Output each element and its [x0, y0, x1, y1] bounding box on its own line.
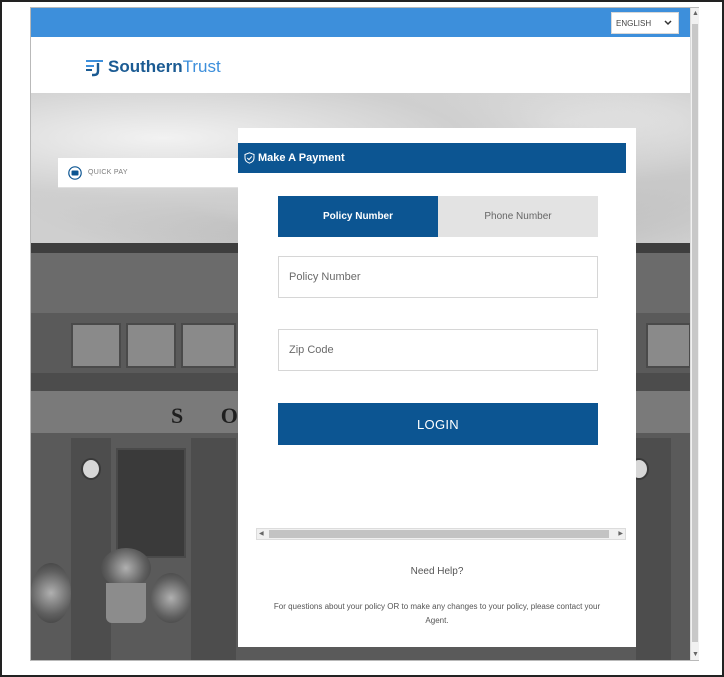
brand-name: SouthernTrust: [108, 57, 221, 77]
brand-logo[interactable]: SouthernTrust: [85, 55, 221, 79]
wall-lamp: [81, 458, 101, 480]
horizontal-scrollbar[interactable]: ◀ ▶: [256, 528, 626, 540]
header: SouthernTrust: [31, 37, 691, 93]
policy-number-input[interactable]: [278, 256, 598, 298]
zip-code-input[interactable]: [278, 329, 598, 371]
panel-header: Make A Payment: [238, 143, 626, 173]
arrow-left-icon[interactable]: ◀: [259, 530, 264, 537]
shrub: [151, 573, 191, 623]
panel-title: Make A Payment: [258, 152, 345, 164]
card-icon: [68, 165, 82, 180]
building-window: [646, 323, 691, 368]
building-window: [71, 323, 121, 368]
planter-pot: [106, 583, 146, 623]
horizontal-scrollbar-thumb[interactable]: [269, 530, 609, 538]
login-button[interactable]: LOGIN: [278, 403, 598, 445]
logo-mark-icon: [86, 60, 103, 77]
browser-viewport: ENGLISH SouthernTrust S O QUICK PAY Make…: [30, 7, 699, 661]
arrow-right-icon[interactable]: ▶: [618, 530, 623, 537]
shield-check-icon: [244, 152, 255, 164]
vertical-scrollbar[interactable]: ▲ ▼: [690, 8, 699, 660]
arrow-down-icon[interactable]: ▼: [692, 651, 699, 658]
quick-pay-label: QUICK PAY: [88, 169, 128, 176]
lookup-tabs: Policy Number Phone Number: [278, 196, 598, 237]
app-frame: ENGLISH SouthernTrust S O QUICK PAY Make…: [0, 0, 724, 677]
brand-name-bold: Southern: [108, 57, 183, 76]
tab-phone-number[interactable]: Phone Number: [438, 196, 598, 237]
building-column: [191, 438, 236, 660]
brand-name-light: Trust: [182, 57, 221, 76]
planter-shrub: [101, 548, 151, 588]
language-select-value: ENGLISH: [616, 19, 652, 28]
quick-pay-tab[interactable]: QUICK PAY: [58, 158, 238, 188]
building-window: [126, 323, 176, 368]
payment-panel: Make A Payment Policy Number Phone Numbe…: [238, 128, 636, 647]
help-text: For questions about your policy OR to ma…: [273, 602, 601, 625]
building-window: [181, 323, 236, 368]
chevron-down-icon: [664, 20, 672, 26]
vertical-scrollbar-thumb[interactable]: [692, 24, 698, 642]
help-section: Need Help? For questions about your poli…: [238, 548, 636, 647]
help-title: Need Help?: [410, 566, 464, 577]
language-select[interactable]: ENGLISH: [611, 12, 679, 34]
arrow-up-icon[interactable]: ▲: [692, 10, 699, 17]
building-door: [116, 448, 186, 558]
tab-policy-number[interactable]: Policy Number: [278, 196, 438, 237]
top-bar: ENGLISH: [31, 8, 691, 37]
shrub: [31, 563, 71, 623]
